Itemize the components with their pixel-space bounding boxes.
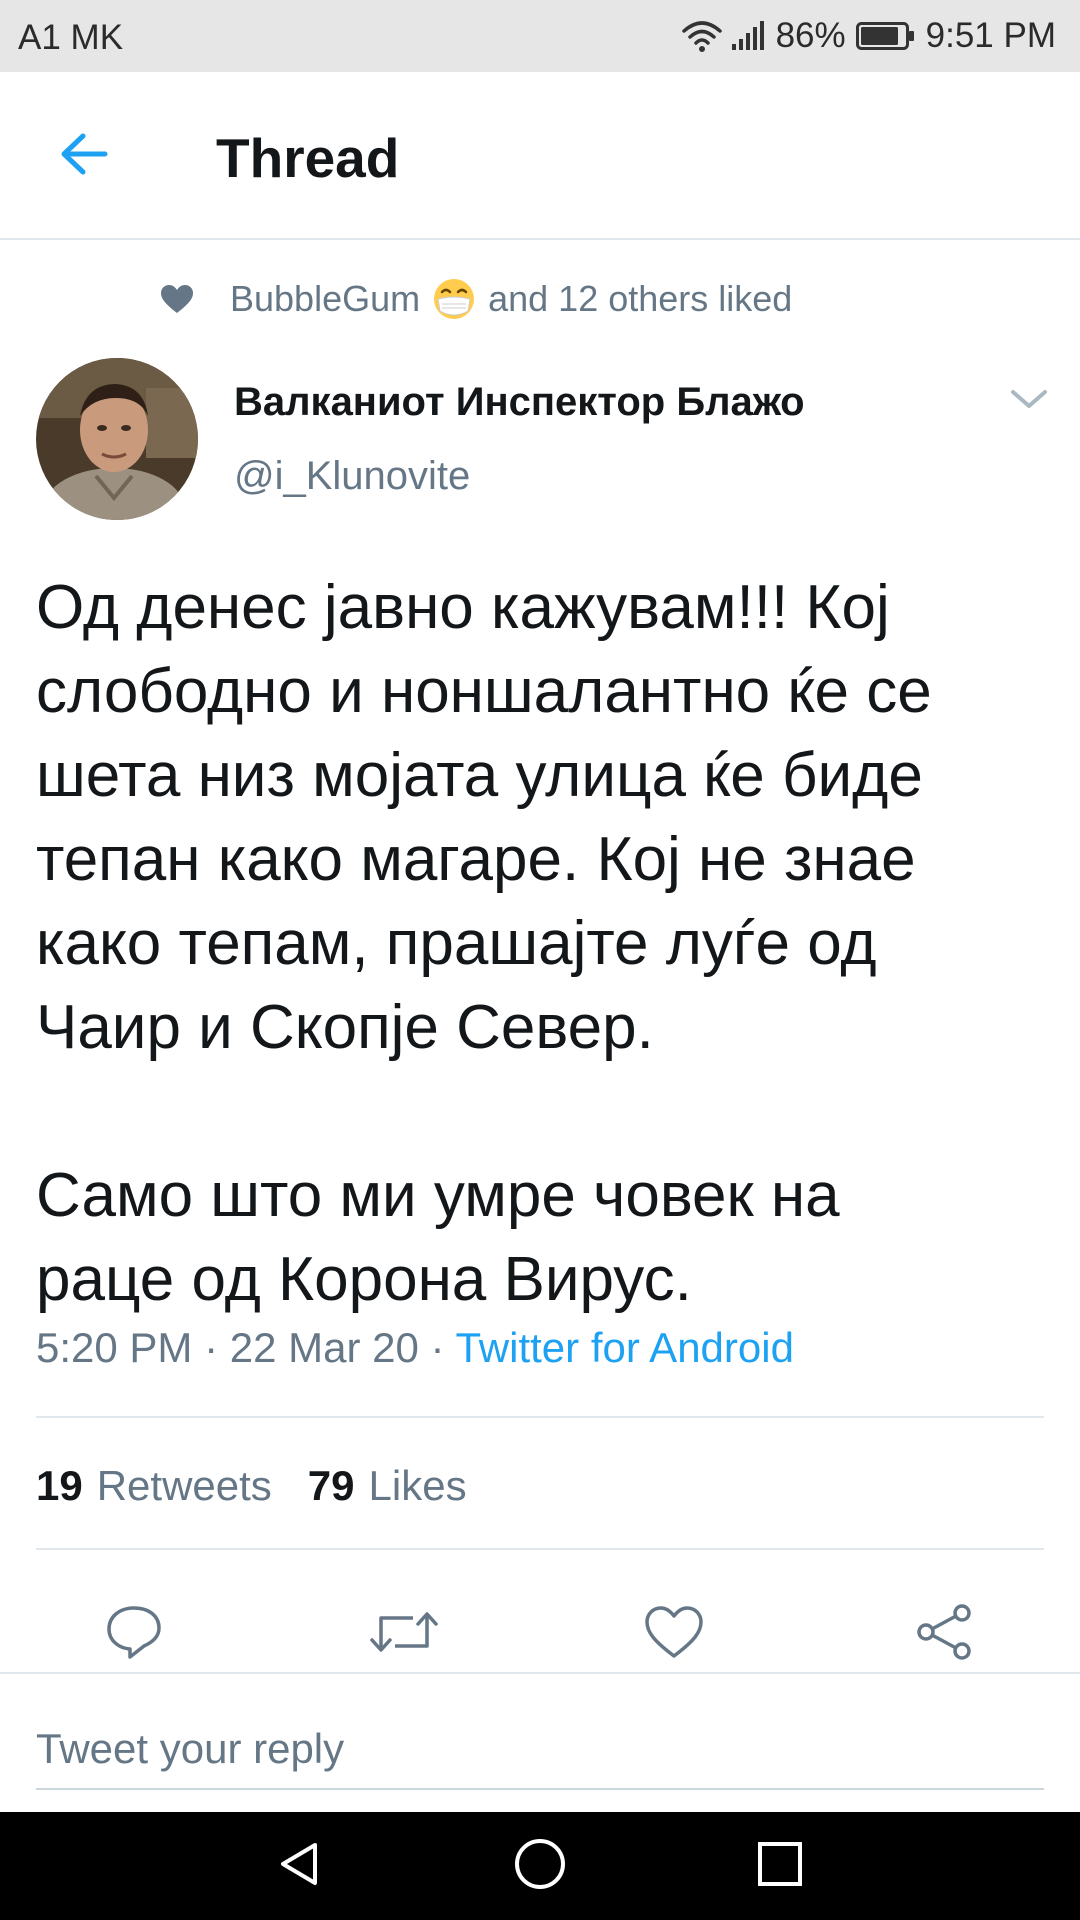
likes-label: Likes: [368, 1462, 467, 1509]
top-app-bar: Thread: [0, 72, 1080, 240]
divider: [36, 1548, 1044, 1550]
liked-text: and 12 others liked: [488, 278, 793, 319]
nav-recents-button[interactable]: [748, 1834, 812, 1898]
share-icon: [914, 1602, 974, 1667]
wifi-icon: [681, 19, 722, 53]
tweet-line: како тепам, прашајте луѓе од: [36, 909, 877, 978]
back-button[interactable]: [48, 120, 120, 192]
author-handle[interactable]: @i_Klunovite: [234, 454, 470, 499]
tweet-line: Од денес јавно кажувам!!! Кој: [36, 573, 890, 642]
tweet-source-link[interactable]: Twitter for Android: [455, 1324, 793, 1371]
nav-home-button[interactable]: [508, 1834, 572, 1898]
tweet-time: 5:20 PM: [36, 1324, 193, 1371]
battery-percent: 86%: [775, 16, 846, 55]
divider: [36, 1416, 1044, 1418]
status-icons: 86% 9:51 PM: [672, 14, 1056, 58]
tweet-line: Чаир и Скопје Север.: [36, 993, 654, 1062]
tweet-line: раце од Корона Вирус.: [36, 1245, 692, 1314]
tweet-line: Само што ми умре човек на: [36, 1161, 840, 1230]
battery-icon: [855, 22, 916, 50]
recents-square-icon: [755, 1839, 805, 1894]
tweet-line: тепан како магаре. Кој не знае: [36, 825, 916, 894]
retweets-stat[interactable]: 19 Retweets: [36, 1462, 272, 1510]
arrow-left-icon: [59, 132, 109, 181]
retweet-icon: [369, 1606, 439, 1663]
carrier-label: A1 MK: [18, 18, 124, 57]
like-icon: [644, 1605, 704, 1664]
tweet-actions: [0, 1590, 1080, 1678]
meta-separator: ·: [430, 1324, 445, 1371]
reply-bar: [0, 1672, 1080, 1812]
reply-button[interactable]: [90, 1590, 178, 1678]
likes-count: 79: [307, 1462, 355, 1509]
chevron-down-icon[interactable]: [1005, 382, 1053, 418]
tweet-stats: 19 Retweets 79 Likes: [36, 1462, 503, 1510]
social-context: BubbleGum and 12 others liked: [160, 274, 792, 324]
medical-mask-emoji-icon: [432, 277, 476, 321]
system-nav-bar: [0, 1812, 1080, 1920]
retweets-label: Retweets: [96, 1462, 272, 1509]
retweet-button[interactable]: [360, 1590, 448, 1678]
share-button[interactable]: [900, 1590, 988, 1678]
like-button[interactable]: [630, 1590, 718, 1678]
page-title: Thread: [216, 127, 400, 189]
likes-stat[interactable]: 79 Likes: [308, 1462, 467, 1510]
retweets-count: 19: [36, 1462, 83, 1509]
tweet-line: шета низ мојата улица ќе биде: [36, 741, 923, 810]
tweet-date: 22 Mar 20: [229, 1324, 419, 1371]
reply-icon: [104, 1604, 164, 1665]
tweet-text: Од денес јавно кажувам!!! Кој слободно и…: [36, 566, 1046, 1322]
meta-separator: ·: [204, 1324, 219, 1371]
reply-input[interactable]: [36, 1710, 1044, 1790]
status-time: 9:51 PM: [925, 16, 1056, 55]
tweet-meta: 5:20 PM · 22 Mar 20 · Twitter for Androi…: [36, 1324, 794, 1372]
signal-icon: [731, 20, 766, 52]
heart-icon: [160, 284, 200, 314]
tweet-line: слободно и ноншалантно ќе се: [36, 657, 932, 726]
liker-name[interactable]: BubbleGum: [230, 278, 420, 320]
nav-back-button[interactable]: [268, 1834, 332, 1898]
avatar[interactable]: [36, 358, 198, 520]
author-name[interactable]: Валканиот Инспектор Блажо: [234, 380, 805, 425]
back-triangle-icon: [275, 1839, 325, 1894]
status-bar: A1 MK 86% 9:51 PM: [0, 0, 1080, 72]
home-circle-icon: [512, 1836, 568, 1897]
